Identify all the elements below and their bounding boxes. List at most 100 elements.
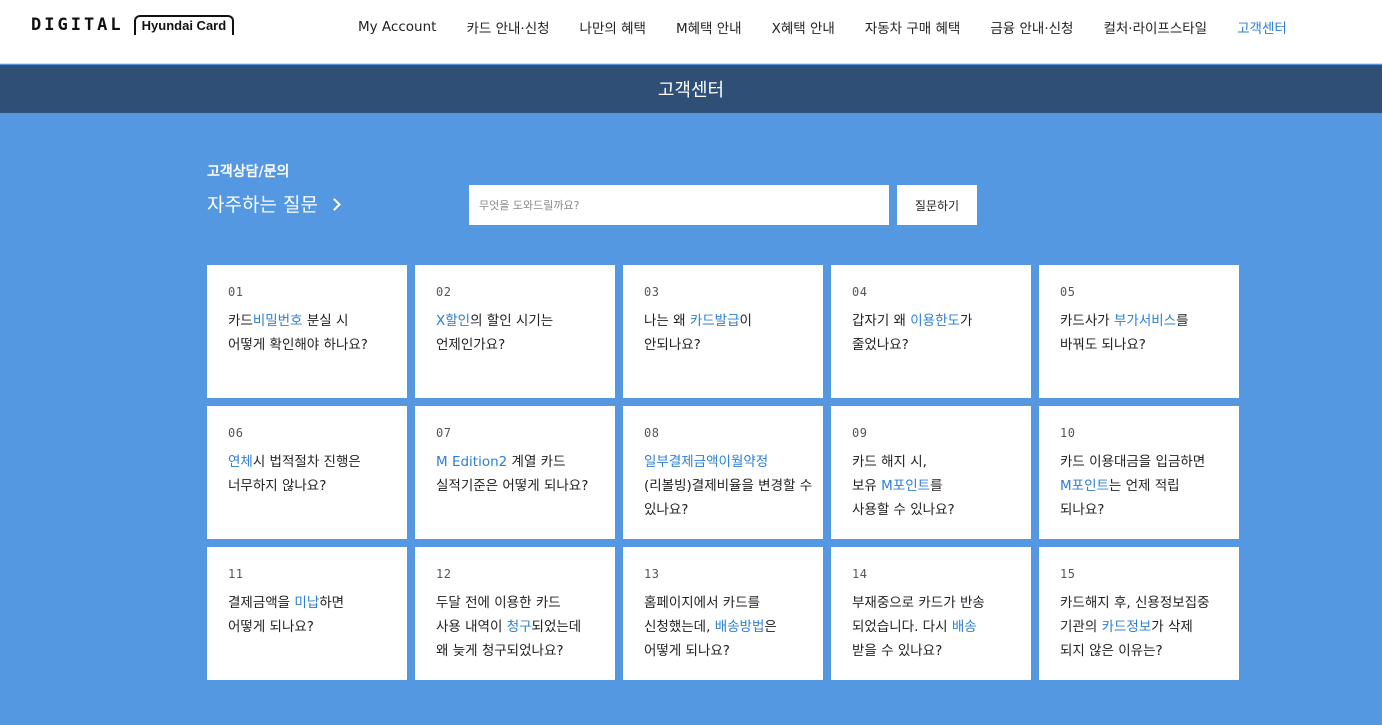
faq-text: 되나요? bbox=[1060, 502, 1105, 518]
faq-question: 두달 전에 이용한 카드 사용 내역이 청구되었는데 왜 늦게 청구되었나요? bbox=[436, 591, 615, 663]
faq-question-line: M포인트는 언제 적립 bbox=[1060, 474, 1239, 498]
faq-card[interactable]: 08 일부결제금액이월약정 (리볼빙)결제비율을 변경할 수 있나요? bbox=[623, 406, 823, 539]
faq-question-line: 카드해지 후, 신용정보집중 bbox=[1060, 591, 1239, 615]
section-title: 고객센터 bbox=[657, 80, 725, 101]
faq-text: 는 언제 적립 bbox=[1108, 478, 1180, 494]
faq-question: 카드비밀번호 분실 시어떻게 확인해야 하나요? bbox=[228, 309, 407, 357]
faq-text: 되지 않은 이유는? bbox=[1060, 643, 1163, 659]
faq-question-line: (리볼빙)결제비율을 변경할 수 bbox=[644, 474, 823, 498]
ask-question-button[interactable]: 질문하기 bbox=[897, 185, 977, 225]
faq-card[interactable]: 09 카드 해지 시, 보유 M포인트를 사용할 수 있나요? bbox=[831, 406, 1031, 539]
faq-card[interactable]: 10 카드 이용대금을 입금하면 M포인트는 언제 적립 되나요? bbox=[1039, 406, 1239, 539]
faq-card[interactable]: 14 부재중으로 카드가 반송 되었습니다. 다시 배송 받을 수 있나요? bbox=[831, 547, 1031, 680]
faq-keyword: 배송 bbox=[951, 619, 977, 635]
faq-text: 가 삭제 bbox=[1151, 619, 1193, 635]
faq-question-line: 홈페이지에서 카드를 bbox=[644, 591, 823, 615]
faq-question-line: 왜 늦게 청구되었나요? bbox=[436, 639, 615, 663]
search-input[interactable] bbox=[469, 185, 889, 225]
faq-question-line: X할인의 할인 시기는 bbox=[436, 309, 615, 333]
faq-text: 부재중으로 카드가 반송 bbox=[852, 595, 985, 611]
nav-item[interactable]: X혜택 안내 bbox=[772, 17, 835, 37]
faq-text: 어떻게 되나요? bbox=[644, 643, 730, 659]
faq-text: 받을 수 있나요? bbox=[852, 643, 943, 659]
faq-text: 의 할인 시기는 bbox=[470, 313, 554, 329]
faq-question-line: 사용 내역이 청구되었는데 bbox=[436, 615, 615, 639]
faq-number: 06 bbox=[228, 426, 244, 440]
faq-card[interactable]: 01 카드비밀번호 분실 시어떻게 확인해야 하나요? bbox=[207, 265, 407, 398]
nav-item[interactable]: 나만의 혜택 bbox=[580, 17, 646, 37]
faq-question-line: 갑자기 왜 이용한도가 bbox=[852, 309, 1031, 333]
faq-card[interactable]: 05 카드사가 부가서비스를 바꿔도 되나요? bbox=[1039, 265, 1239, 398]
faq-text: 신청했는데, bbox=[644, 619, 715, 635]
faq-card[interactable]: 11 결제금액을 미납하면 어떻게 되나요? bbox=[207, 547, 407, 680]
faq-keyword: M포인트 bbox=[881, 478, 931, 494]
faq-question-line: 어떻게 확인해야 하나요? bbox=[228, 333, 407, 357]
faq-question-line: 어떻게 되나요? bbox=[644, 639, 823, 663]
faq-section: 고객상담/문의 자주하는 질문 질문하기 01 카드비밀번호 분실 시어떻게 확인… bbox=[0, 113, 1382, 725]
logo-word: DIGITAL bbox=[31, 15, 124, 35]
faq-question-line: 카드비밀번호 분실 시 bbox=[228, 309, 407, 333]
faq-number: 07 bbox=[436, 426, 452, 440]
nav-item[interactable]: 고객센터 bbox=[1237, 17, 1287, 37]
faq-question-line: 되었습니다. 다시 배송 bbox=[852, 615, 1031, 639]
faq-keyword: M포인트 bbox=[1060, 478, 1109, 494]
faq-text: 바꿔도 되나요? bbox=[1060, 337, 1146, 353]
faq-text: 카드사가 bbox=[1060, 313, 1114, 329]
faq-question-line: 줄었나요? bbox=[852, 333, 1031, 357]
faq-text: 되었습니다. 다시 bbox=[852, 619, 952, 635]
faq-question: 홈페이지에서 카드를 신청했는데, 배송방법은어떻게 되나요? bbox=[644, 591, 823, 663]
faq-question-line: 받을 수 있나요? bbox=[852, 639, 1031, 663]
nav-item[interactable]: My Account bbox=[358, 19, 436, 35]
faq-card[interactable]: 15 카드해지 후, 신용정보집중 기관의 카드정보가 삭제 되지 않은 이유는? bbox=[1039, 547, 1239, 680]
faq-question-line: 안되나요? bbox=[644, 333, 823, 357]
faq-question-line: 연체시 법적절차 진행은 bbox=[228, 450, 407, 474]
nav-item[interactable]: 자동차 구매 혜택 bbox=[865, 17, 961, 37]
nav-item[interactable]: 컬처·라이프스타일 bbox=[1103, 17, 1207, 37]
faq-number: 01 bbox=[228, 285, 244, 299]
faq-keyword: 배송방법 bbox=[714, 619, 765, 635]
faq-card[interactable]: 04 갑자기 왜 이용한도가 줄었나요? bbox=[831, 265, 1031, 398]
faq-question-line: 되지 않은 이유는? bbox=[1060, 639, 1239, 663]
chevron-right-icon bbox=[328, 197, 341, 211]
faq-card[interactable]: 07 M Edition2 계열 카드 실적기준은 어떻게 되나요? bbox=[415, 406, 615, 539]
hyundai-card-logo[interactable]: DIGITAL Hyundai Card bbox=[31, 14, 235, 36]
faq-text: 시 법적절차 진행은 bbox=[252, 454, 361, 470]
faq-text: 안되나요? bbox=[644, 337, 701, 353]
faq-text: 사용할 수 있나요? bbox=[852, 502, 955, 518]
faq-text: 카드해지 후, 신용정보집중 bbox=[1060, 595, 1210, 611]
faq-card[interactable]: 12 두달 전에 이용한 카드 사용 내역이 청구되었는데 왜 늦게 청구되었나요? bbox=[415, 547, 615, 680]
main-menu: My Account 카드 안내·신청 나만의 혜택 M혜택 안내 X혜택 안내 자동차 … bbox=[358, 17, 1317, 37]
faq-question-line: 되나요? bbox=[1060, 498, 1239, 522]
nav-item[interactable]: 금융 안내·신청 bbox=[990, 17, 1073, 37]
faq-keyword: 연체 bbox=[228, 454, 253, 470]
faq-question-line: 일부결제금액이월약정 bbox=[644, 450, 823, 474]
faq-text: 왜 늦게 청구되었나요? bbox=[436, 643, 564, 659]
faq-question: M Edition2 계열 카드 실적기준은 어떻게 되나요? bbox=[436, 450, 615, 498]
faq-text: 분실 시 bbox=[302, 313, 349, 329]
faq-card[interactable]: 03 나는 왜 카드발급이 안되나요? bbox=[623, 265, 823, 398]
faq-question: 나는 왜 카드발급이안되나요? bbox=[644, 309, 823, 357]
faq-keyword: 청구 bbox=[506, 619, 532, 635]
faq-text: 이 bbox=[739, 313, 752, 329]
faq-question-line: 결제금액을 미납하면 bbox=[228, 591, 407, 615]
faq-question-line: 보유 M포인트를 bbox=[852, 474, 1031, 498]
faq-question-line: 나는 왜 카드발급이 bbox=[644, 309, 823, 333]
faq-question-line: 카드 이용대금을 입금하면 bbox=[1060, 450, 1239, 474]
faq-keyword: 미납 bbox=[294, 595, 320, 611]
faq-question: 연체시 법적절차 진행은 너무하지 않나요? bbox=[228, 450, 407, 498]
nav-item[interactable]: 카드 안내·신청 bbox=[466, 17, 549, 37]
faq-title-link[interactable]: 자주하는 질문 bbox=[207, 190, 341, 217]
faq-question-line: 부재중으로 카드가 반송 bbox=[852, 591, 1031, 615]
faq-text: 어떻게 확인해야 하나요? bbox=[228, 337, 368, 353]
faq-card[interactable]: 06 연체시 법적절차 진행은 너무하지 않나요? bbox=[207, 406, 407, 539]
faq-card[interactable]: 13 홈페이지에서 카드를 신청했는데, 배송방법은 어떻게 되나요? bbox=[623, 547, 823, 680]
section-header: 고객센터 bbox=[0, 65, 1382, 113]
faq-text: 기관의 bbox=[1060, 619, 1102, 635]
faq-number: 05 bbox=[1060, 285, 1076, 299]
faq-text: 갑자기 왜 bbox=[852, 313, 911, 329]
faq-question-line: 신청했는데, 배송방법은 bbox=[644, 615, 823, 639]
faq-question-line: 바꿔도 되나요? bbox=[1060, 333, 1239, 357]
faq-text: 카드 해지 시, bbox=[852, 454, 927, 470]
faq-card[interactable]: 02 X할인의 할인 시기는 언제인가요? bbox=[415, 265, 615, 398]
nav-item[interactable]: M혜택 안내 bbox=[676, 17, 742, 37]
